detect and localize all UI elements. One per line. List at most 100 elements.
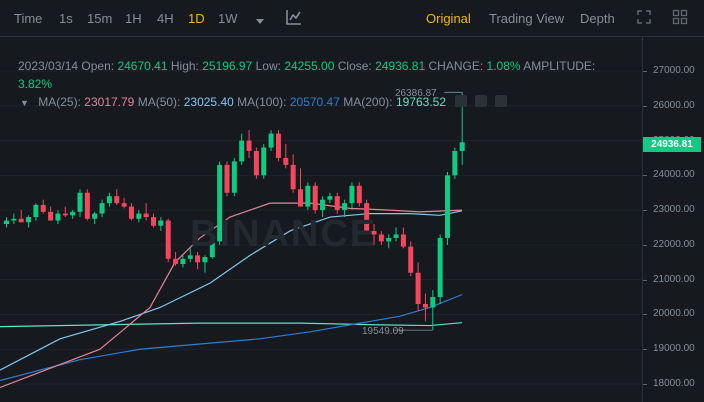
candle [224,161,230,197]
candle [408,241,414,277]
view-depth[interactable]: Depth [580,11,615,26]
interval-4h[interactable]: 4H [157,11,174,26]
candle-body [231,161,237,193]
candle-body [393,234,399,238]
candle-body [77,192,83,212]
candle [62,206,68,218]
candle-body [11,218,17,221]
candle-body [99,203,105,214]
candle-body [312,185,318,211]
ma-visibility-button[interactable] [455,95,467,107]
candle-body [165,220,171,259]
open-value: 24670.41 [117,59,168,73]
candle [40,199,46,214]
candle-body [136,213,142,219]
candle-body [349,185,355,204]
candle [253,147,259,179]
candle-body [128,206,134,219]
candle-body [261,147,267,176]
candle [48,206,54,221]
price-tick-label: 20000.00 [653,308,695,320]
candle-body [253,150,259,176]
candle-body [26,217,32,223]
chart-toolbar: Time 1s 15m 1H 4H 1D 1W Original Trading… [0,0,704,37]
candle [180,255,186,268]
candle [55,210,61,225]
candle-body [415,272,421,305]
interval-1d[interactable]: 1D [188,11,205,26]
candle-body [290,164,296,190]
candle-body [143,213,149,218]
interval-dropdown-icon[interactable] [255,13,265,31]
price-tick-mark [643,71,647,72]
candle [298,168,303,207]
candle [173,251,179,266]
candle [106,192,112,207]
candle [437,234,443,305]
interval-time[interactable]: Time [14,11,42,26]
interval-1s[interactable]: 1s [59,11,73,26]
ma-close-button[interactable] [495,95,507,107]
candle [239,133,245,165]
candle [422,293,428,322]
candle-body [55,213,61,221]
candle [26,215,32,228]
candle-body [239,140,245,162]
interval-15m[interactable]: 15m [87,11,112,26]
ma100-line [0,294,463,382]
candle [327,192,333,204]
candle [378,230,384,245]
candle-body [195,255,201,263]
candle [400,227,406,249]
candle-body [158,220,164,226]
candle [452,147,458,179]
high-annotation: 26386.87 [395,88,437,99]
price-tick-mark [643,384,647,385]
candle [128,203,134,221]
view-trading-view[interactable]: Trading View [489,11,564,26]
candle [99,199,105,218]
ma-collapse-icon[interactable]: ▼ [20,98,29,108]
change-value: 1.08% [486,59,521,73]
view-original[interactable]: Original [426,11,471,26]
candle-body [268,133,274,148]
candle [158,217,164,231]
price-tick-label: 18000.00 [653,378,695,389]
ma100-value: 20570.47 [289,95,340,109]
candle [430,290,436,331]
indicator-chart-icon[interactable] [286,9,302,30]
candle [143,203,149,221]
candle [121,197,127,209]
candle [33,203,39,221]
layout-grid-icon[interactable] [672,9,688,30]
candle-body [334,196,340,211]
interval-1w[interactable]: 1W [218,11,238,26]
candle-body [298,189,303,207]
candle-body [386,237,392,242]
candle-body [33,204,39,218]
fullscreen-icon[interactable] [636,9,652,30]
price-tick-mark [643,175,647,177]
candle-body [378,234,384,242]
current-price-tag: 24936.81 [643,137,701,152]
candle [445,171,450,245]
candle-body [92,213,98,219]
candle-body [246,140,252,151]
candle-body [275,133,281,158]
candle [77,189,83,218]
price-tick-mark [643,105,647,107]
candle-body [305,185,311,207]
candle-body [70,211,76,216]
price-axis[interactable]: 27000.0026000.0025000.0024000.0023000.00… [642,37,704,402]
price-tick-mark [643,279,647,281]
candle-body [4,220,9,225]
ma-settings-button[interactable] [475,95,487,107]
price-tick-label: 23000.00 [653,204,695,216]
candle-body [356,185,362,204]
ma-legend: ▼ MA(25): 23017.79 MA(50): 23025.40 MA(1… [20,95,447,109]
candle-body [62,213,68,216]
candle-body [327,196,333,200]
interval-1h[interactable]: 1H [125,11,142,26]
low-annotation: 19549.09 [362,326,404,337]
candle [92,211,98,225]
